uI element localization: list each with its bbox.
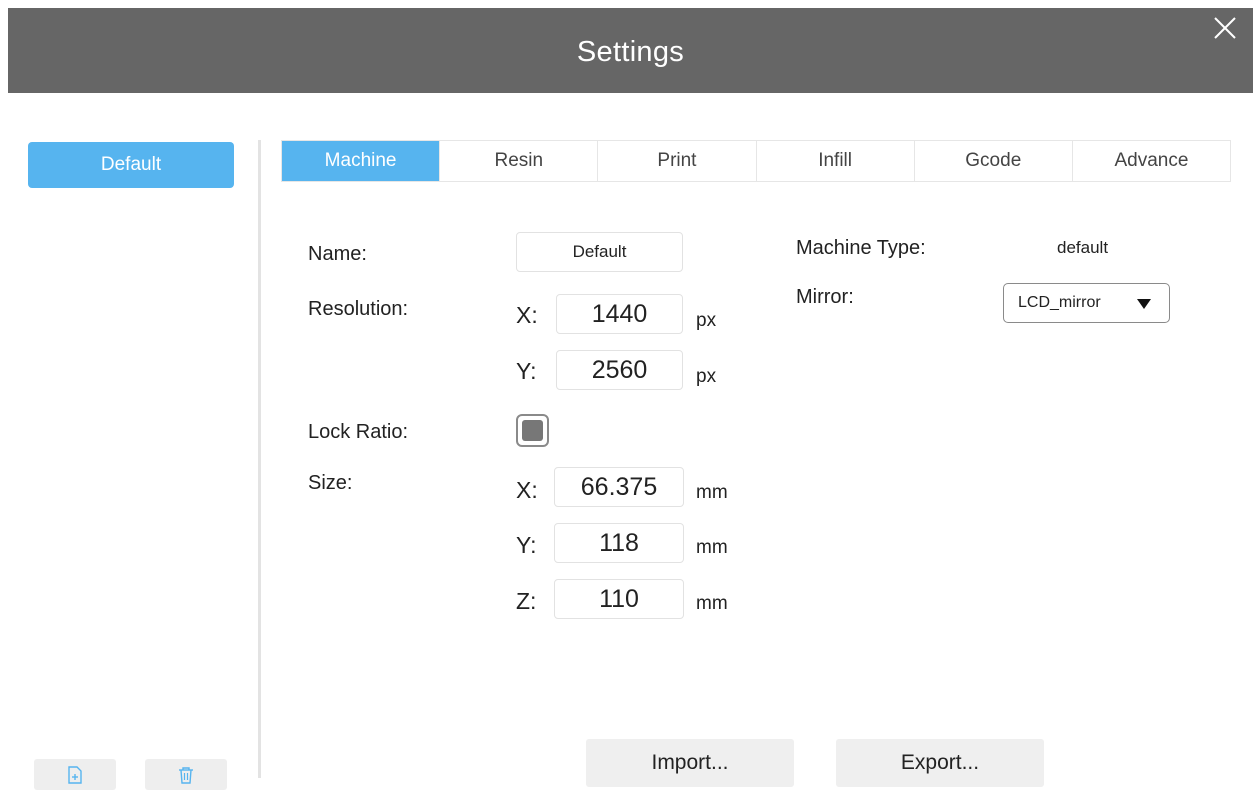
mirror-label: Mirror: bbox=[796, 286, 854, 308]
size-y-input[interactable]: 118 bbox=[554, 523, 684, 563]
mirror-selected-value: LCD_mirror bbox=[1018, 294, 1101, 311]
resolution-x-input[interactable]: 1440 bbox=[556, 294, 683, 334]
size-y-unit: mm bbox=[696, 537, 728, 558]
name-input[interactable]: Default bbox=[516, 232, 683, 272]
sidebar-divider bbox=[258, 140, 261, 778]
size-z-label: Z: bbox=[516, 588, 537, 614]
export-button[interactable]: Export... bbox=[836, 739, 1044, 787]
size-label: Size: bbox=[308, 472, 353, 494]
size-y-label: Y: bbox=[516, 532, 537, 558]
tab-infill[interactable]: Infill bbox=[757, 141, 915, 181]
title-bar: Settings bbox=[8, 8, 1253, 93]
tab-print[interactable]: Print bbox=[598, 141, 757, 181]
resolution-label: Resolution: bbox=[308, 298, 409, 320]
add-profile-button[interactable] bbox=[34, 759, 116, 790]
lock-ratio-label: Lock Ratio: bbox=[308, 421, 409, 443]
trash-icon bbox=[179, 766, 193, 784]
close-icon bbox=[1214, 17, 1236, 39]
tab-resin[interactable]: Resin bbox=[440, 141, 599, 181]
resolution-x-label: X: bbox=[516, 302, 538, 328]
tab-gcode[interactable]: Gcode bbox=[915, 141, 1073, 181]
lock-ratio-checkbox[interactable] bbox=[516, 414, 549, 447]
chevron-down-icon bbox=[1137, 299, 1151, 309]
import-button[interactable]: Import... bbox=[586, 739, 794, 787]
size-x-unit: mm bbox=[696, 482, 728, 503]
tab-machine[interactable]: Machine bbox=[282, 141, 441, 181]
mirror-select[interactable]: LCD_mirror bbox=[1003, 283, 1170, 323]
machine-type-label: Machine Type: bbox=[796, 237, 926, 259]
machine-type-value: default bbox=[1057, 238, 1109, 257]
settings-tabs: Machine Resin Print Infill Gcode Advance bbox=[281, 140, 1231, 182]
size-x-input[interactable]: 66.375 bbox=[554, 467, 684, 507]
size-z-input[interactable]: 110 bbox=[554, 579, 684, 619]
checkbox-checked-mark bbox=[522, 420, 543, 441]
file-add-icon bbox=[68, 765, 82, 784]
tab-advance[interactable]: Advance bbox=[1073, 141, 1230, 181]
delete-profile-button[interactable] bbox=[145, 759, 227, 790]
profile-item-default[interactable]: Default bbox=[28, 142, 234, 188]
size-z-unit: mm bbox=[696, 593, 728, 614]
window-title: Settings bbox=[576, 36, 685, 68]
resolution-x-unit: px bbox=[696, 310, 717, 331]
resolution-y-input[interactable]: 2560 bbox=[556, 350, 683, 390]
resolution-y-unit: px bbox=[696, 366, 717, 387]
size-x-label: X: bbox=[516, 477, 538, 503]
name-label: Name: bbox=[308, 243, 367, 265]
resolution-y-label: Y: bbox=[516, 358, 537, 384]
close-button[interactable] bbox=[1207, 12, 1243, 48]
